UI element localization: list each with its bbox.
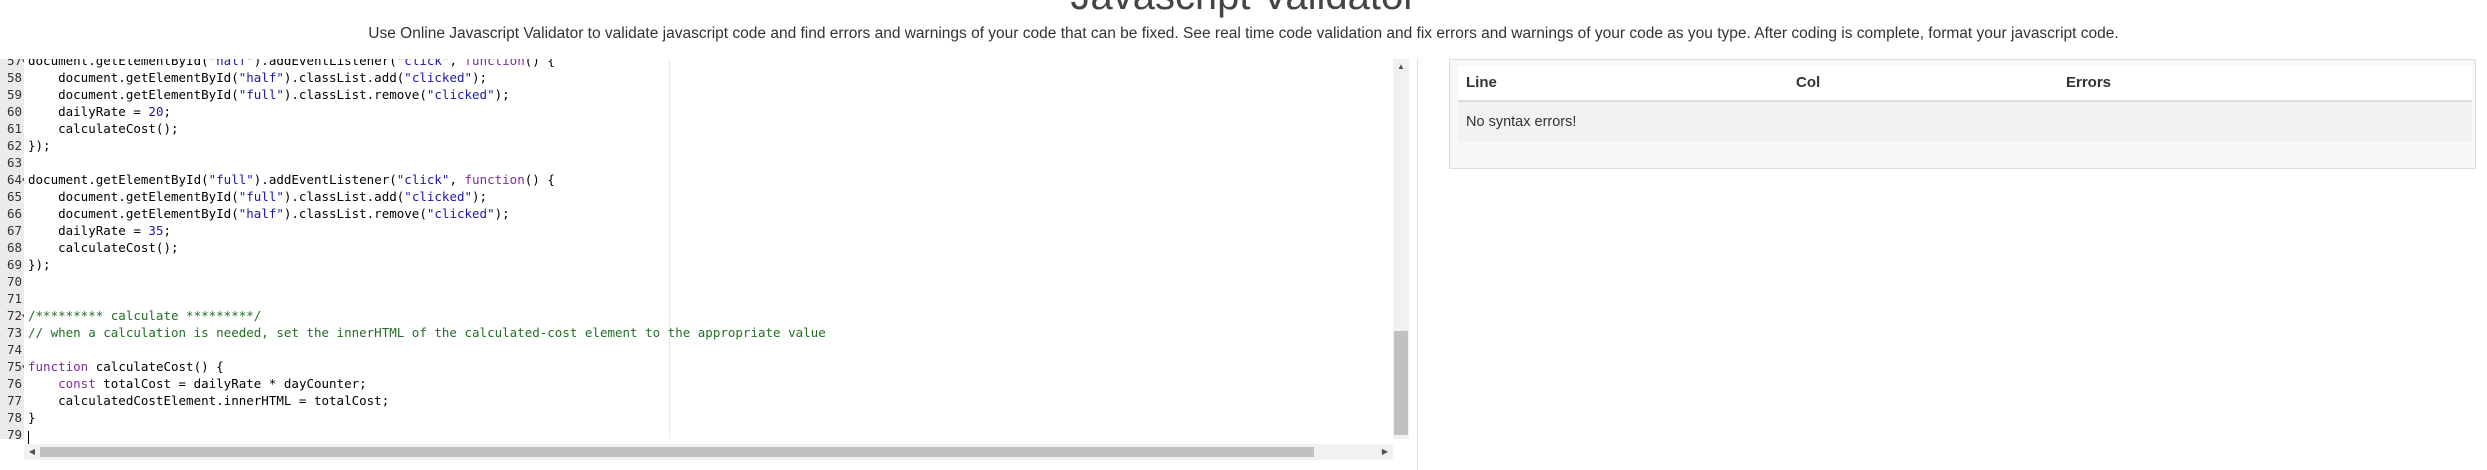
line-number: 61 (6, 121, 22, 136)
line-number: 66 (6, 206, 22, 221)
horizontal-scroll-thumb[interactable] (40, 447, 1314, 457)
errors-table-header: Line Col Errors (1458, 66, 2472, 102)
code-line[interactable]: const totalCost = dailyRate * dayCounter… (28, 375, 826, 392)
line-number: 72▾ (0, 307, 24, 324)
editor-gutter: 57▾58596061626364▾6566676869707172▾73747… (0, 59, 24, 439)
horizontal-scrollbar[interactable]: ◀ ▶ (24, 444, 1393, 460)
line-number: 58 (6, 70, 22, 85)
code-line[interactable]: document.getElementById("full").classLis… (28, 188, 826, 205)
line-number: 62 (6, 138, 22, 153)
code-line[interactable]: calculatedCostElement.innerHTML = totalC… (28, 392, 826, 409)
code-line[interactable]: calculateCost(); (28, 120, 826, 137)
errors-panel: Line Col Errors No syntax errors! (1449, 59, 2476, 169)
code-line[interactable]: }); (28, 256, 826, 273)
code-line[interactable]: dailyRate = 20; (28, 103, 826, 120)
code-line[interactable]: ​ (28, 154, 826, 171)
column-header-errors: Errors (2066, 74, 2112, 91)
line-number: 77 (6, 393, 22, 408)
code-line[interactable]: ​ (28, 341, 826, 358)
code-line[interactable]: }); (28, 137, 826, 154)
code-area[interactable]: document.getElementById("half").addEvent… (24, 59, 1393, 439)
line-number: 79 (6, 427, 22, 439)
line-number: 73 (6, 325, 22, 340)
code-line[interactable]: function calculateCost() { (28, 358, 826, 375)
line-number: 78 (6, 410, 22, 425)
page-title: Javascript Validator (0, 0, 2487, 16)
page-subtitle: Use Online Javascript Validator to valid… (368, 25, 2119, 42)
code-line[interactable]: ​ (28, 426, 826, 439)
line-number: 76 (6, 376, 22, 391)
errors-table: Line Col Errors No syntax errors! (1458, 66, 2472, 142)
line-number: 71 (6, 291, 22, 306)
code-line[interactable]: } (28, 409, 826, 426)
code-line[interactable]: document.getElementById("half").classLis… (28, 205, 826, 222)
code-line[interactable]: ​ (28, 290, 826, 307)
line-number: 57▾ (0, 59, 24, 69)
scroll-up-icon[interactable]: ▲ (1393, 62, 1409, 71)
line-number: 67 (6, 223, 22, 238)
line-number: 69 (6, 257, 22, 272)
line-number: 75▾ (0, 358, 24, 375)
code-editor[interactable]: 57▾58596061626364▾6566676869707172▾73747… (0, 59, 1418, 470)
column-header-line: Line (1466, 74, 1497, 91)
line-number: 60 (6, 104, 22, 119)
code-line[interactable]: ​ (28, 273, 826, 290)
code-line[interactable]: document.getElementById("full").classLis… (28, 86, 826, 103)
line-number: 63 (6, 155, 22, 170)
code-line[interactable]: calculateCost(); (28, 239, 826, 256)
code-line[interactable]: /********* calculate *********/ (28, 307, 826, 324)
text-cursor (28, 431, 29, 445)
line-number: 70 (6, 274, 22, 289)
line-number: 59 (6, 87, 22, 102)
code-line[interactable]: dailyRate = 35; (28, 222, 826, 239)
code-line[interactable]: // when a calculation is needed, set the… (28, 324, 826, 341)
scroll-right-icon[interactable]: ▶ (1377, 447, 1393, 456)
errors-status-row: No syntax errors! (1458, 102, 2472, 142)
scroll-left-icon[interactable]: ◀ (24, 447, 40, 456)
code-line[interactable]: document.getElementById("half").addEvent… (28, 59, 826, 69)
vertical-scroll-thumb[interactable] (1394, 331, 1408, 435)
vertical-scrollbar[interactable]: ▲ (1393, 59, 1409, 439)
line-number: 68 (6, 240, 22, 255)
code-line[interactable]: document.getElementById("full").addEvent… (28, 171, 826, 188)
line-number: 65 (6, 189, 22, 204)
code-line[interactable]: document.getElementById("half").classLis… (28, 69, 826, 86)
line-number: 74 (6, 342, 22, 357)
column-header-col: Col (1796, 74, 1821, 91)
line-number: 64▾ (0, 171, 24, 188)
